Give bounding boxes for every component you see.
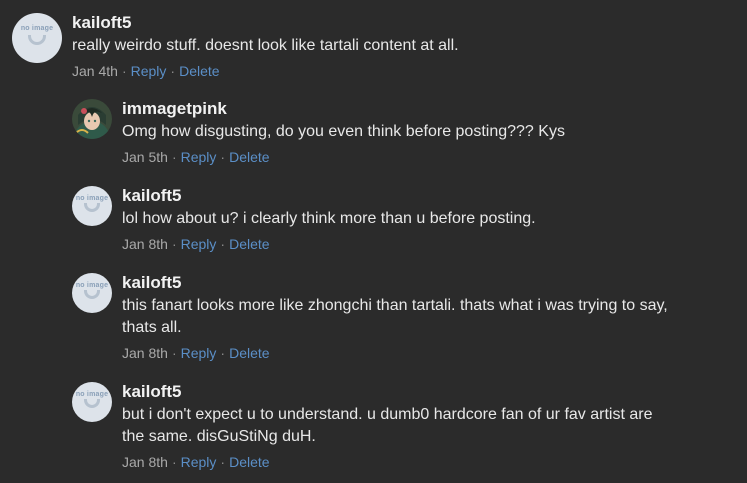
delete-link[interactable]: Delete	[229, 345, 269, 361]
reply-link[interactable]: Reply	[181, 454, 217, 470]
meta-separator: ·	[171, 149, 177, 165]
reply-link[interactable]: Reply	[181, 236, 217, 252]
delete-link[interactable]: Delete	[229, 149, 269, 165]
comment-meta: Jan 8th · Reply · Delete	[122, 453, 652, 471]
avatar-image	[72, 99, 112, 139]
meta-separator: ·	[170, 63, 176, 79]
meta-separator: ·	[121, 63, 127, 79]
comment-text: Omg how disgusting, do you even think be…	[122, 123, 565, 140]
avatar-placeholder-text: no image	[75, 282, 109, 289]
avatar-placeholder-icon	[84, 399, 100, 408]
meta-separator: ·	[171, 345, 177, 361]
avatar[interactable]: no image	[72, 186, 112, 226]
meta-separator: ·	[220, 236, 226, 252]
comment-text: this fanart looks more like zhongchi tha…	[122, 297, 668, 336]
comment-meta: Jan 4th · Reply · Delete	[72, 62, 459, 80]
delete-link[interactable]: Delete	[229, 454, 269, 470]
comment-text: but i don't expect u to understand. u du…	[122, 406, 653, 445]
avatar[interactable]: no image	[12, 13, 62, 63]
avatar-placeholder-icon	[28, 35, 46, 45]
comment-username[interactable]: kailoft5	[122, 273, 668, 295]
delete-link[interactable]: Delete	[229, 236, 269, 252]
comment-username[interactable]: kailoft5	[122, 382, 652, 404]
meta-separator: ·	[171, 236, 177, 252]
reply-link[interactable]: Reply	[181, 345, 217, 361]
comment-date: Jan 8th	[122, 454, 168, 470]
delete-link[interactable]: Delete	[179, 63, 219, 79]
comment-text: lol how about u? i clearly think more th…	[122, 210, 536, 227]
comment-username[interactable]: immagetpink	[122, 99, 565, 121]
comment-date: Jan 4th	[72, 63, 118, 79]
meta-separator: ·	[220, 454, 226, 470]
reply-link[interactable]: Reply	[131, 63, 167, 79]
reply-link[interactable]: Reply	[181, 149, 217, 165]
meta-separator: ·	[220, 345, 226, 361]
avatar-placeholder-icon	[84, 203, 100, 212]
avatar[interactable]: no image	[72, 382, 112, 422]
comment-date: Jan 8th	[122, 236, 168, 252]
comment-meta: Jan 8th · Reply · Delete	[122, 344, 668, 362]
meta-separator: ·	[171, 454, 177, 470]
comment-date: Jan 8th	[122, 345, 168, 361]
avatar[interactable]: no image	[72, 273, 112, 313]
comment-meta: Jan 8th · Reply · Delete	[122, 235, 536, 253]
comment-meta: Jan 5th · Reply · Delete	[122, 148, 565, 166]
meta-separator: ·	[220, 149, 226, 165]
comment-username[interactable]: kailoft5	[72, 13, 459, 35]
comment-date: Jan 5th	[122, 149, 168, 165]
comment-text: really weirdo stuff. doesnt look like ta…	[72, 37, 459, 54]
avatar-placeholder-text: no image	[75, 195, 109, 202]
avatar-placeholder-text: no image	[20, 25, 54, 32]
avatar-placeholder-text: no image	[75, 391, 109, 398]
avatar-placeholder-icon	[84, 290, 100, 299]
avatar[interactable]	[72, 99, 112, 139]
comment-username[interactable]: kailoft5	[122, 186, 536, 208]
